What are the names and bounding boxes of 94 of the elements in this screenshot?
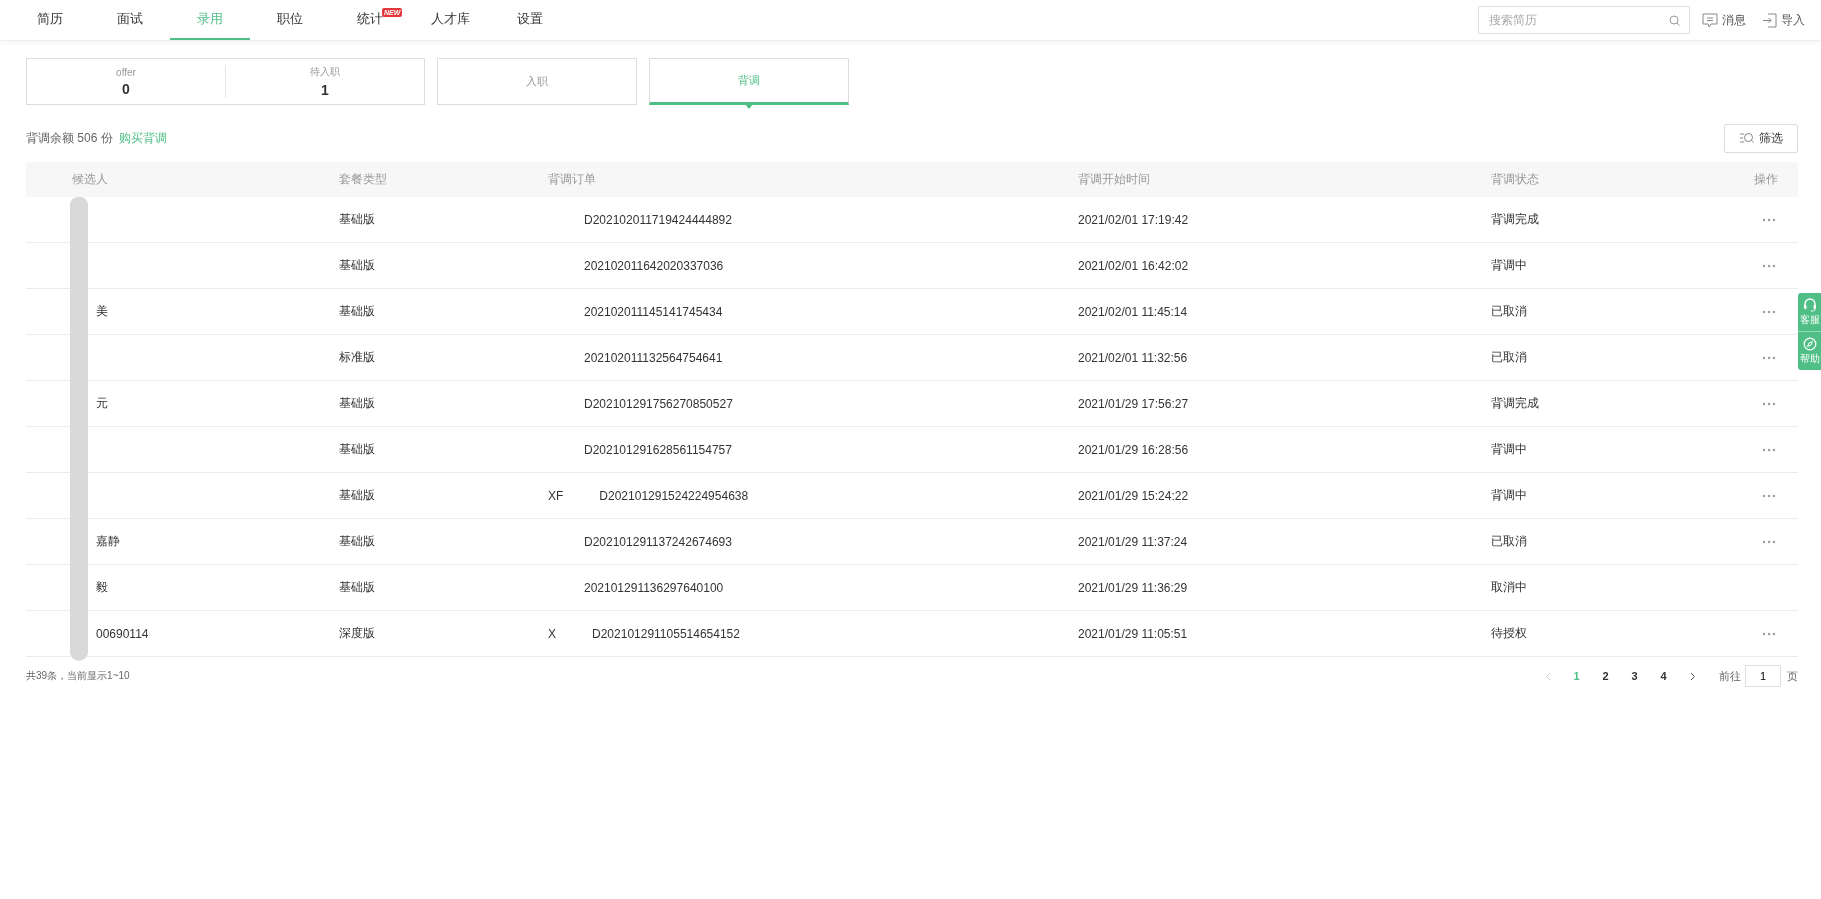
import-icon	[1762, 12, 1777, 28]
start-time-cell-text: 2021/01/29 11:36:29	[1078, 580, 1189, 595]
page-button[interactable]: 3	[1620, 670, 1649, 682]
card-label: 背调	[738, 73, 760, 88]
more-icon[interactable]	[1762, 631, 1776, 636]
order-number: 202102011145141745434	[584, 304, 723, 319]
stat-value: 1	[321, 82, 329, 98]
card-label: 入职	[526, 74, 548, 89]
more-icon[interactable]	[1762, 355, 1776, 360]
order-number: D202101291628561154757	[584, 442, 732, 457]
order-number: D202101291756270850527	[584, 396, 733, 411]
candidate-name: 00690114	[96, 626, 149, 641]
column-header: 背调订单	[548, 171, 597, 188]
package-cell-text: 基础版	[339, 533, 376, 550]
total-summary: 共39条，当前显示1~10	[26, 669, 130, 683]
order-number: D202101291137242674693	[584, 534, 732, 549]
candidate-name: 美	[96, 304, 108, 318]
summary-card[interactable]: offer 0 待入职 1	[26, 58, 425, 105]
message-button[interactable]: 消息	[1702, 11, 1746, 29]
status-cell-text: 背调中	[1491, 257, 1528, 274]
headset-icon	[1802, 298, 1817, 312]
filter-button[interactable]: 筛选	[1724, 123, 1798, 153]
page-button[interactable]: 4	[1649, 670, 1678, 682]
nav-tab[interactable]: 简历	[10, 0, 90, 40]
column-header: 操作	[1754, 171, 1778, 188]
goto-label: 前往	[1719, 668, 1741, 684]
start-time-cell-text: 2021/02/01 11:45:14	[1078, 304, 1189, 319]
column-header: 背调开始时间	[1078, 171, 1151, 188]
more-icon[interactable]	[1762, 401, 1776, 406]
compass-icon	[1802, 337, 1817, 351]
candidate-name: 嘉静	[96, 534, 120, 548]
stat-label: offer	[116, 66, 136, 78]
more-icon[interactable]	[1762, 263, 1776, 268]
order-fragment: XF	[548, 488, 564, 503]
status-cell-text: 已取消	[1491, 533, 1528, 550]
package-cell-text: 基础版	[339, 303, 376, 320]
order-number: 202101291136297640100	[584, 580, 724, 595]
order-number: 202102011132564754641	[584, 350, 723, 365]
search-field[interactable]: 搜索简历	[1478, 6, 1690, 34]
order-number: D202101291105514654152	[592, 626, 740, 641]
status-cell-text: 背调中	[1491, 441, 1528, 458]
page-button[interactable]: 2	[1591, 670, 1620, 682]
order-number: D202102011719424444892	[584, 212, 732, 227]
nav-tab[interactable]: 面试	[90, 0, 170, 40]
start-time-cell-text: 2021/02/01 17:19:42	[1078, 212, 1190, 227]
status-cell-text: 待授权	[1491, 625, 1528, 642]
start-time-cell-text: 2021/01/29 15:24:22	[1078, 488, 1190, 503]
page-input[interactable]: 1	[1745, 665, 1781, 687]
status-cell-text: 背调完成	[1491, 211, 1540, 228]
more-icon[interactable]	[1762, 539, 1776, 544]
package-cell-text: 基础版	[339, 487, 376, 504]
start-time-cell-text: 2021/02/01 16:42:02	[1078, 258, 1190, 273]
stat-value: 0	[122, 80, 130, 97]
candidate-name: 元	[96, 396, 108, 410]
package-cell-text: 标准版	[339, 349, 376, 366]
start-time-cell-text: 2021/01/29 17:56:27	[1078, 396, 1190, 411]
order-number: 202102011642020337036	[584, 258, 724, 273]
start-time-cell-text: 2021/02/01 11:32:56	[1078, 350, 1189, 365]
status-cell-text: 取消中	[1491, 579, 1528, 596]
package-cell-text: 深度版	[339, 625, 376, 642]
order-fragment: X	[548, 626, 556, 641]
package-cell-text: 基础版	[339, 579, 376, 596]
package-cell-text: 基础版	[339, 441, 376, 458]
nav-tab[interactable]: 人才库	[410, 0, 490, 40]
start-time-cell-text: 2021/01/29 16:28:56	[1078, 442, 1190, 457]
start-time-cell-text: 2021/01/29 11:37:24	[1078, 534, 1189, 549]
package-cell-text: 基础版	[339, 211, 376, 228]
import-button[interactable]: 导入	[1762, 11, 1805, 29]
balance-text: 背调余额 506 份	[26, 129, 113, 147]
candidate-name: 毅	[96, 580, 108, 594]
nav-tab[interactable]: 职位	[250, 0, 330, 40]
start-time-cell-text: 2021/01/29 11:05:51	[1078, 626, 1189, 641]
more-icon[interactable]	[1762, 493, 1776, 498]
next-icon[interactable]	[1689, 671, 1696, 681]
package-cell-text: 基础版	[339, 257, 376, 274]
page-unit: 页	[1787, 668, 1798, 684]
more-icon[interactable]	[1762, 309, 1776, 314]
column-header: 套餐类型	[339, 171, 388, 188]
message-icon	[1702, 12, 1718, 28]
status-cell-text: 已取消	[1491, 303, 1528, 320]
column-header: 背调状态	[1491, 171, 1540, 188]
nav-tab[interactable]: 设置	[490, 0, 570, 40]
filter-icon	[1739, 132, 1754, 144]
status-cell-text: 背调完成	[1491, 395, 1540, 412]
package-cell-text: 基础版	[339, 395, 376, 412]
stat-label: 待入职	[310, 65, 340, 79]
more-icon[interactable]	[1762, 217, 1776, 222]
status-cell-text: 已取消	[1491, 349, 1528, 366]
prev-icon[interactable]	[1544, 671, 1551, 681]
search-icon	[1669, 15, 1680, 26]
status-cell-text: 背调中	[1491, 487, 1528, 504]
column-header: 候选人	[71, 171, 109, 188]
order-number: D202101291524224954638	[599, 488, 749, 503]
more-icon[interactable]	[1762, 447, 1776, 452]
